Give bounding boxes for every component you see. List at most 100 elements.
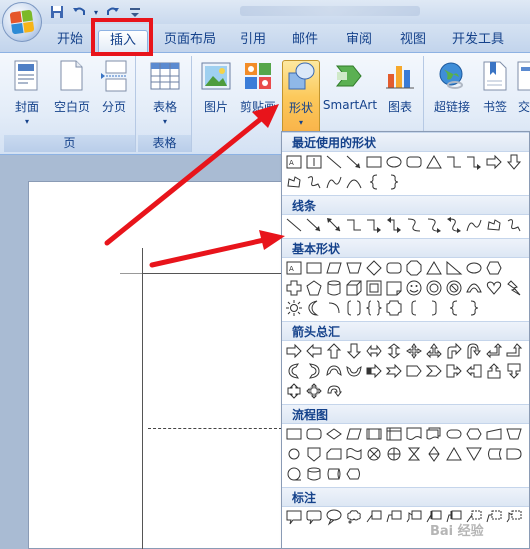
cover-page-button[interactable]: 封面 ▾: [8, 60, 46, 126]
cube-shape-icon[interactable]: [345, 279, 363, 297]
freeform-shape-icon[interactable]: [485, 216, 503, 234]
scribble-shape-icon[interactable]: [505, 216, 523, 234]
flowchart-predefined-process-icon[interactable]: [365, 425, 383, 443]
circular-arrow-shape-icon[interactable]: [325, 382, 343, 400]
double-brace-shape-icon[interactable]: [365, 299, 383, 317]
right-arrow-shape-icon[interactable]: [485, 153, 503, 171]
tab-view[interactable]: 视图: [392, 30, 434, 52]
flowchart-sequential-access-icon[interactable]: [285, 465, 303, 483]
bent-up-arrow-shape-icon[interactable]: [505, 342, 523, 360]
freeform-shape-icon[interactable]: [285, 173, 303, 191]
sun-shape-icon[interactable]: [285, 299, 303, 317]
rounded-callout-icon[interactable]: [305, 508, 323, 526]
flowchart-connector-icon[interactable]: [285, 445, 303, 463]
double-bracket-shape-icon[interactable]: [345, 299, 363, 317]
flowchart-terminator-icon[interactable]: [445, 425, 463, 443]
left-brace-shape-icon[interactable]: [445, 299, 463, 317]
hexagon-shape-icon[interactable]: [485, 259, 503, 277]
curved-left-arrow-shape-icon[interactable]: [305, 362, 323, 380]
flowchart-internal-storage-icon[interactable]: [385, 425, 403, 443]
vertical-textbox-shape-icon[interactable]: [305, 153, 323, 171]
down-arrow-shape-icon[interactable]: [505, 153, 523, 171]
tab-developer[interactable]: 开发工具: [446, 30, 510, 52]
notched-right-arrow-shape-icon[interactable]: [385, 362, 403, 380]
rectangular-callout-icon[interactable]: [285, 508, 303, 526]
quad-arrow-callout-shape-icon[interactable]: [305, 382, 323, 400]
moon-shape-icon[interactable]: [305, 299, 323, 317]
left-brace-shape-icon[interactable]: [365, 173, 383, 191]
up-down-arrow-shape-icon[interactable]: [385, 342, 403, 360]
smiley-shape-icon[interactable]: [405, 279, 423, 297]
left-right-up-arrow-shape-icon[interactable]: [425, 342, 443, 360]
down-arrow-callout-shape-icon[interactable]: [505, 362, 523, 380]
border-callout-2-icon[interactable]: [485, 508, 503, 526]
block-arc-shape-icon[interactable]: [465, 279, 483, 297]
right-brace-shape-icon[interactable]: [465, 299, 483, 317]
chevron-shape-icon[interactable]: [425, 362, 443, 380]
flowchart-offpage-connector-icon[interactable]: [305, 445, 323, 463]
diamond-shape-icon[interactable]: [365, 259, 383, 277]
tab-review[interactable]: 审阅: [338, 30, 380, 52]
clip-art-button[interactable]: 剪贴画: [236, 60, 280, 115]
hyperlink-button[interactable]: 超链接: [430, 60, 474, 115]
tab-home[interactable]: 开始: [50, 30, 90, 52]
left-right-arrow-shape-icon[interactable]: [365, 342, 383, 360]
curved-connector-shape-icon[interactable]: [405, 216, 423, 234]
left-arrow-shape-icon[interactable]: [305, 342, 323, 360]
lightning-shape-icon[interactable]: [505, 279, 523, 297]
right-arrow-callout-shape-icon[interactable]: [445, 362, 463, 380]
tab-references[interactable]: 引用: [232, 30, 274, 52]
pentagon-arrow-shape-icon[interactable]: [405, 362, 423, 380]
cross-reference-button[interactable]: 交: [516, 60, 530, 115]
down-arrow-shape-icon[interactable]: [345, 342, 363, 360]
shapes-gallery[interactable]: 最近使用的形状 A 线条 基本形状 A 箭头总汇 流程图 标注: [281, 131, 530, 549]
oval-shape-icon[interactable]: [385, 153, 403, 171]
chart-button[interactable]: 图表: [382, 60, 418, 115]
tab-mailings[interactable]: 邮件: [284, 30, 326, 52]
right-arrow-shape-icon[interactable]: [285, 342, 303, 360]
arc-shape-icon[interactable]: [325, 299, 343, 317]
flowchart-decision-icon[interactable]: [325, 425, 343, 443]
flowchart-punched-tape-icon[interactable]: [345, 445, 363, 463]
triangle-shape-icon[interactable]: [425, 259, 443, 277]
curved-right-arrow-shape-icon[interactable]: [285, 362, 303, 380]
flowchart-data-icon[interactable]: [345, 425, 363, 443]
left-arrow-callout-shape-icon[interactable]: [465, 362, 483, 380]
rounded-rect-shape-icon[interactable]: [385, 259, 403, 277]
flowchart-multidocument-icon[interactable]: [425, 425, 443, 443]
cross-shape-icon[interactable]: [285, 279, 303, 297]
line-shape-icon[interactable]: [325, 153, 343, 171]
flowchart-summing-junction-icon[interactable]: [365, 445, 383, 463]
flowchart-card-icon[interactable]: [325, 445, 343, 463]
line-shape-icon[interactable]: [285, 216, 303, 234]
flowchart-direct-access-icon[interactable]: [325, 465, 343, 483]
elbow-connector-shape-icon[interactable]: [445, 153, 463, 171]
flowchart-manual-operation-icon[interactable]: [505, 425, 523, 443]
up-down-arrow-callout-shape-icon[interactable]: [285, 382, 303, 400]
textbox-shape-icon[interactable]: A: [285, 259, 303, 277]
elbow-arrow-connector-shape-icon[interactable]: [365, 216, 383, 234]
undo-icon[interactable]: [70, 3, 88, 21]
flowchart-alternate-process-icon[interactable]: [305, 425, 323, 443]
curved-arrow-connector-shape-icon[interactable]: [425, 216, 443, 234]
flowchart-preparation-icon[interactable]: [465, 425, 483, 443]
striped-right-arrow-shape-icon[interactable]: [365, 362, 383, 380]
left-up-arrow-shape-icon[interactable]: [485, 342, 503, 360]
blank-page-button[interactable]: 空白页: [50, 60, 94, 115]
flowchart-merge-icon[interactable]: [465, 445, 483, 463]
oval-shape-icon[interactable]: [465, 259, 483, 277]
curved-down-arrow-shape-icon[interactable]: [345, 362, 363, 380]
bevel-shape-icon[interactable]: [365, 279, 383, 297]
curve-shape-icon[interactable]: [465, 216, 483, 234]
left-bracket-shape-icon[interactable]: [405, 299, 423, 317]
flowchart-manual-input-icon[interactable]: [485, 425, 503, 443]
flowchart-magnetic-disk-icon[interactable]: [305, 465, 323, 483]
office-button[interactable]: [2, 2, 42, 42]
right-bracket-shape-icon[interactable]: [425, 299, 443, 317]
octagon-shape-icon[interactable]: [405, 259, 423, 277]
rectangle-shape-icon[interactable]: [365, 153, 383, 171]
flowchart-display-icon[interactable]: [345, 465, 363, 483]
oval-callout-icon[interactable]: [325, 508, 343, 526]
quad-arrow-shape-icon[interactable]: [405, 342, 423, 360]
arrow-line-shape-icon[interactable]: [345, 153, 363, 171]
